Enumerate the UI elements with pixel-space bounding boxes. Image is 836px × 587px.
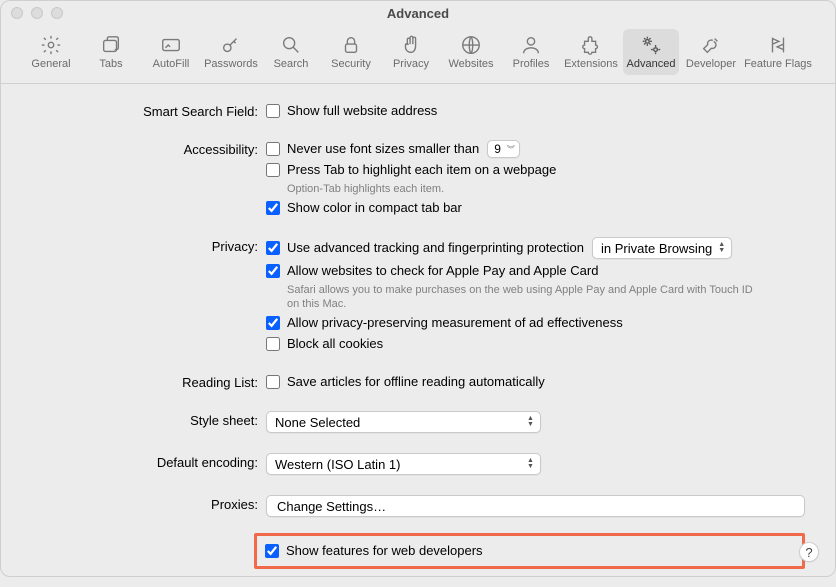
person-icon <box>520 34 542 56</box>
developer-highlight: Show features for web developers <box>254 533 805 569</box>
reading-list-label: Reading List: <box>31 373 266 390</box>
style-sheet-label: Style sheet: <box>31 411 266 428</box>
tabs-icon <box>100 34 122 56</box>
hand-icon <box>400 34 422 56</box>
window-title: Advanced <box>1 6 835 21</box>
tab-privacy[interactable]: Privacy <box>383 29 439 75</box>
block-cookies-checkbox[interactable]: Block all cookies <box>266 335 805 353</box>
tab-websites[interactable]: Websites <box>443 29 499 75</box>
tab-extensions[interactable]: Extensions <box>563 29 619 75</box>
save-offline-checkbox[interactable]: Save articles for offline reading automa… <box>266 373 805 391</box>
tab-profiles[interactable]: Profiles <box>503 29 559 75</box>
compact-color-checkbox[interactable]: Show color in compact tab bar <box>266 199 805 217</box>
tab-search[interactable]: Search <box>263 29 319 75</box>
change-settings-button[interactable]: Change Settings… <box>266 495 805 517</box>
tab-autofill[interactable]: AutoFill <box>143 29 199 75</box>
gears-icon <box>640 34 662 56</box>
key-icon <box>220 34 242 56</box>
flags-icon <box>767 34 789 56</box>
titlebar: Advanced <box>1 1 835 25</box>
style-sheet-select[interactable]: None Selected <box>266 411 541 433</box>
tracking-protection-checkbox[interactable]: Use advanced tracking and fingerprinting… <box>266 239 584 257</box>
gear-icon <box>40 34 62 56</box>
wrench-icon <box>700 34 722 56</box>
globe-icon <box>460 34 482 56</box>
search-icon <box>280 34 302 56</box>
tab-passwords[interactable]: Passwords <box>203 29 259 75</box>
apple-pay-help: Safari allows you to make purchases on t… <box>266 283 766 311</box>
show-developer-features-checkbox[interactable]: Show features for web developers <box>265 542 794 560</box>
lock-icon <box>340 34 362 56</box>
help-button[interactable]: ? <box>799 542 819 562</box>
tab-advanced[interactable]: Advanced <box>623 29 679 75</box>
accessibility-label: Accessibility: <box>31 140 266 157</box>
proxies-label: Proxies: <box>31 495 266 512</box>
font-size-select[interactable]: 9 ︾ <box>487 140 520 158</box>
puzzle-icon <box>580 34 602 56</box>
default-encoding-select[interactable]: Western (ISO Latin 1) <box>266 453 541 475</box>
tab-general[interactable]: General <box>23 29 79 75</box>
smart-search-label: Smart Search Field: <box>31 102 266 119</box>
content-area: Smart Search Field: Show full website ad… <box>1 84 835 587</box>
default-encoding-label: Default encoding: <box>31 453 266 470</box>
preferences-toolbar: General Tabs AutoFill Passwords Search S… <box>1 25 835 84</box>
show-full-address-checkbox[interactable]: Show full website address <box>266 102 805 120</box>
press-tab-help: Option-Tab highlights each item. <box>266 182 766 196</box>
ad-measure-checkbox[interactable]: Allow privacy-preserving measurement of … <box>266 314 805 332</box>
press-tab-checkbox[interactable]: Press Tab to highlight each item on a we… <box>266 161 805 179</box>
tab-developer[interactable]: Developer <box>683 29 739 75</box>
privacy-label: Privacy: <box>31 237 266 254</box>
pencil-icon <box>160 34 182 56</box>
tab-feature-flags[interactable]: Feature Flags <box>743 29 813 75</box>
tracking-mode-select[interactable]: in Private Browsing <box>592 237 732 259</box>
tab-security[interactable]: Security <box>323 29 379 75</box>
tab-tabs[interactable]: Tabs <box>83 29 139 75</box>
apple-pay-checkbox[interactable]: Allow websites to check for Apple Pay an… <box>266 262 805 280</box>
font-size-checkbox[interactable]: Never use font sizes smaller than <box>266 140 479 158</box>
